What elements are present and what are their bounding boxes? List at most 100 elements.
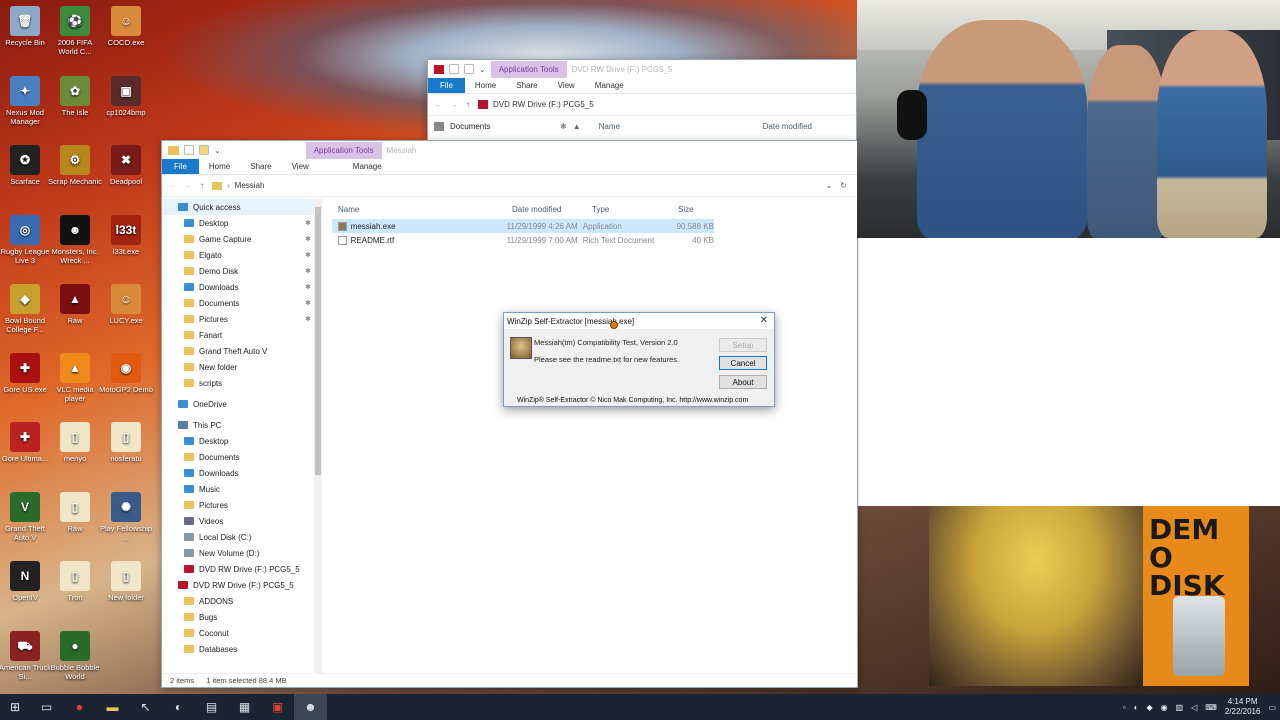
explorer-window-messiah[interactable]: ⌄ Application Tools Messiah File Home Sh…: [161, 140, 858, 688]
cursor-tool-icon[interactable]: ↖: [129, 694, 162, 720]
tab-manage[interactable]: Manage: [343, 162, 392, 171]
pin-icon[interactable]: ✱: [305, 299, 311, 307]
nav-item[interactable]: Grand Theft Auto V: [162, 343, 317, 359]
pin-icon[interactable]: ✱: [305, 251, 311, 259]
nav-item[interactable]: Coconut: [162, 625, 317, 641]
tab-home[interactable]: Home: [465, 81, 506, 90]
desktop-icon[interactable]: l33t l33t.exe: [99, 215, 153, 256]
tab-file[interactable]: File: [428, 78, 465, 93]
winzip-dialog[interactable]: WinZip Self-Extractor [messiah.exe] ✕ Me…: [503, 312, 775, 407]
start-icon[interactable]: ⊞: [0, 694, 30, 720]
desktop-icon[interactable]: ⛟ American Truck Si...: [0, 631, 52, 681]
pin-icon[interactable]: ✱: [305, 315, 311, 323]
column-type[interactable]: Type: [592, 205, 678, 214]
nav-item[interactable]: Music: [162, 481, 317, 497]
nav-item[interactable]: Documents: [162, 449, 317, 465]
desktop-icon[interactable]: ● Bubble Bobble World: [48, 631, 102, 681]
messiah-taskbar-icon[interactable]: ☻: [294, 694, 327, 720]
new-folder-icon[interactable]: [464, 64, 474, 74]
address-bar[interactable]: DVD RW Drive (F:) PCG5_5: [478, 98, 850, 112]
chrome-icon[interactable]: ●: [63, 694, 96, 720]
new-folder-icon[interactable]: [199, 145, 209, 155]
nav-item[interactable]: Fanart: [162, 327, 317, 343]
close-icon[interactable]: ✕: [760, 315, 768, 326]
tray-icon[interactable]: ▫: [1123, 703, 1126, 712]
desktop-icon[interactable]: ▲ Raw: [48, 284, 102, 325]
notification-icon[interactable]: ▭: [1268, 703, 1276, 712]
nav-item[interactable]: Demo Disk ✱: [162, 263, 317, 279]
desktop-icon[interactable]: ▯ Raw: [48, 492, 102, 533]
task-view-icon[interactable]: ▭: [30, 694, 63, 720]
desktop-icon[interactable]: ✺ Play Fellowship ...: [99, 492, 153, 542]
network-icon[interactable]: ▥: [1176, 703, 1184, 712]
pin-icon[interactable]: ✱: [305, 219, 311, 227]
app-tray-icon[interactable]: ◆: [1146, 703, 1152, 712]
column-date-modified[interactable]: Date modified: [763, 122, 812, 131]
column-date-modified[interactable]: Date modified: [512, 205, 592, 214]
properties-icon[interactable]: [449, 64, 459, 74]
forward-arrow-icon[interactable]: →: [184, 181, 192, 190]
nav-item[interactable]: Elgato ✱: [162, 247, 317, 263]
nav-item[interactable]: Desktop ✱: [162, 215, 317, 231]
nav-item[interactable]: Documents ✱: [162, 295, 317, 311]
tab-manage[interactable]: Manage: [585, 81, 634, 90]
desktop-icon[interactable]: ✚ Gore US.exe: [0, 353, 52, 394]
nav-scrollbar[interactable]: [314, 199, 322, 673]
back-titlebar[interactable]: ⌄ Application Tools DVD RW Drive (F:) PC…: [428, 60, 856, 78]
column-name[interactable]: Name: [338, 205, 512, 214]
desktop-icon[interactable]: ▯ New folder: [99, 561, 153, 602]
pin-icon[interactable]: ✱: [305, 235, 311, 243]
tab-share[interactable]: Share: [240, 162, 281, 171]
desktop-icon[interactable]: ▯ menyo: [48, 422, 102, 463]
nav-item[interactable]: Databases: [162, 641, 317, 657]
tab-file[interactable]: File: [162, 159, 199, 174]
nav-item[interactable]: Bugs: [162, 609, 317, 625]
address-bar[interactable]: › Messiah: [212, 179, 818, 193]
clock[interactable]: 4:14 PM 2/22/2016: [1225, 697, 1261, 717]
file-explorer-icon[interactable]: ▬: [96, 694, 129, 720]
application-tools-tab[interactable]: Application Tools: [490, 60, 567, 78]
nav-item[interactable]: This PC: [162, 417, 317, 433]
desktop-icon[interactable]: ▣ cp1024bmp: [99, 76, 153, 117]
desktop-icon[interactable]: ✦ Nexus Mod Manager: [0, 76, 52, 126]
desktop-icon[interactable]: ✖ Deadpool: [99, 145, 153, 186]
nav-item[interactable]: Downloads: [162, 465, 317, 481]
nav-item[interactable]: ADDONS: [162, 593, 317, 609]
explorer-window-back[interactable]: ⌄ Application Tools DVD RW Drive (F:) PC…: [427, 59, 857, 141]
back-arrow-icon[interactable]: ←: [434, 100, 442, 109]
desktop-icon[interactable]: ✪ Scarface: [0, 145, 52, 186]
address-dropdown-icon[interactable]: ⌄: [826, 181, 833, 190]
nav-item[interactable]: New folder: [162, 359, 317, 375]
properties-icon[interactable]: [184, 145, 194, 155]
desktop-icon[interactable]: V Grand Theft Auto V: [0, 492, 52, 542]
scroll-up-icon[interactable]: ▲: [573, 122, 581, 131]
nav-item[interactable]: Game Capture ✱: [162, 231, 317, 247]
desktop-icon[interactable]: ◆ Bowl Bound College F...: [0, 284, 52, 334]
up-arrow-icon[interactable]: ↑: [466, 100, 470, 109]
desktop-icon[interactable]: ▲ VLC media player: [48, 353, 102, 403]
tab-view[interactable]: View: [282, 162, 319, 171]
app-tray-icon[interactable]: ◉: [1161, 703, 1168, 712]
calculator-icon[interactable]: ▦: [228, 694, 261, 720]
ime-icon[interactable]: ⌨: [1205, 703, 1217, 712]
nav-item[interactable]: New Volume (D:): [162, 545, 317, 561]
tab-share[interactable]: Share: [506, 81, 547, 90]
nav-item[interactable]: Videos: [162, 513, 317, 529]
dvd-drive-icon[interactable]: ▣: [261, 694, 294, 720]
desktop-icon[interactable]: ▯ nosferatu: [99, 422, 153, 463]
desktop-icon[interactable]: ☻ Monsters, Inc. Wreck ...: [48, 215, 102, 265]
desktop-icon[interactable]: ▯ Tron: [48, 561, 102, 602]
nav-item[interactable]: Desktop: [162, 433, 317, 449]
desktop-icon[interactable]: N OpenIV: [0, 561, 52, 602]
nav-scroll-thumb[interactable]: [315, 207, 321, 475]
up-arrow-icon[interactable]: ↑: [200, 181, 204, 190]
refresh-icon[interactable]: ↻: [840, 181, 847, 190]
nav-item[interactable]: Pictures: [162, 497, 317, 513]
nav-documents[interactable]: Documents: [450, 122, 560, 131]
nav-item[interactable]: DVD RW Drive (F:) PCG5_5: [162, 577, 317, 593]
app-icon[interactable]: ▤: [195, 694, 228, 720]
file-row[interactable]: README.rtf 11/29/1999 7:00 AM Rich Text Do…: [332, 233, 714, 247]
volume-icon[interactable]: ◁: [1191, 703, 1197, 712]
nav-item[interactable]: Local Disk (C:): [162, 529, 317, 545]
nav-item[interactable]: scripts: [162, 375, 317, 391]
